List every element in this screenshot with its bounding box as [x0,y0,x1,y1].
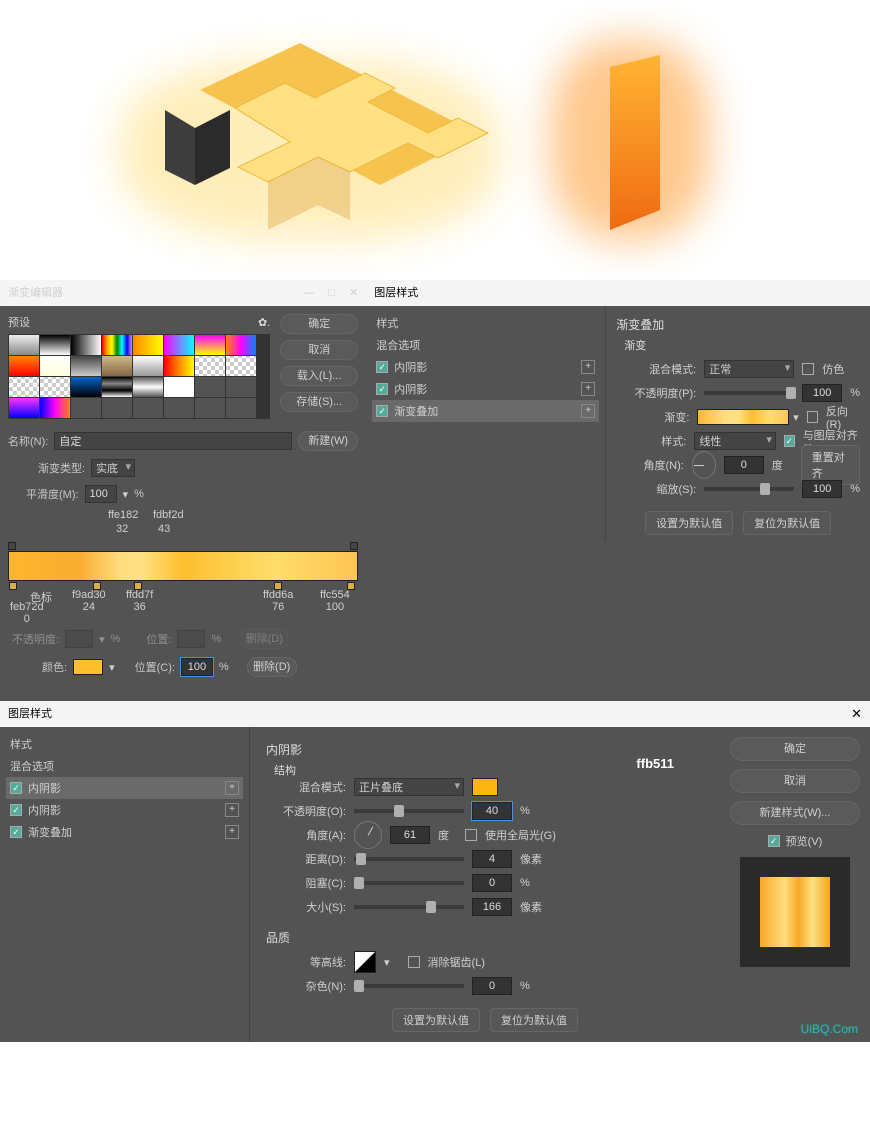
style-dropdown[interactable]: 线性 [694,432,776,450]
spread-slider[interactable] [354,881,464,885]
shape-bar [590,55,690,245]
blend-options[interactable]: 混合选项 [372,334,599,356]
blend-options[interactable]: 混合选项 [6,755,243,777]
name-input[interactable] [54,432,292,450]
preset-grid[interactable] [8,334,270,419]
antialias-checkbox[interactable] [408,956,420,968]
opacity-input[interactable] [472,802,512,820]
fx-gradient-overlay[interactable]: ✓渐变叠加+ [372,400,599,422]
plus-icon[interactable]: + [581,382,595,396]
smooth-caret-icon[interactable]: ▾ [123,488,129,501]
presets-label: 预设 [8,314,30,330]
window-title: 渐变编辑器 [8,280,63,306]
cancel-button[interactable]: 取消 [730,769,860,793]
delete-button[interactable]: 删除(D) [239,629,289,649]
name-label: 名称(N): [8,433,48,449]
size-input[interactable] [472,898,512,916]
distance-input[interactable] [472,850,512,868]
gradient-picker[interactable] [697,409,789,425]
type-dropdown[interactable]: 实底 [91,459,135,477]
fx-inner-shadow-2[interactable]: ✓内阴影+ [6,799,243,821]
styles-header: 样式 [372,312,599,334]
watermark: UiBQ.Com [801,1022,858,1036]
angle-dial[interactable] [354,821,382,849]
gradient-editor-titlebar[interactable]: 渐变编辑器 — □ ✕ [0,280,366,306]
opacity-slider[interactable] [704,391,794,395]
smooth-input[interactable] [85,485,117,503]
color-code-overlay: ffb511 [636,756,674,771]
noise-input[interactable] [472,977,512,995]
shape-plus [140,40,520,260]
plus-icon[interactable]: + [225,781,239,795]
delete-button-2[interactable]: 删除(D) [247,657,297,677]
save-button[interactable]: 存储(S)... [280,392,358,412]
minimize-icon[interactable]: — [303,280,314,306]
blend-mode-dropdown[interactable]: 正片叠底 [354,778,464,796]
new-button[interactable]: 新建(W) [298,431,358,451]
reset-default-button[interactable]: 复位为默认值 [490,1008,578,1032]
preview-thumb [740,857,850,967]
reset-align-button[interactable]: 重置对齐 [801,445,860,485]
fx-inner-shadow-2[interactable]: ✓内阴影+ [372,378,599,400]
opacity-input[interactable] [802,384,842,402]
load-button[interactable]: 载入(L)... [280,366,358,386]
blend-mode-dropdown[interactable]: 正常 [704,360,794,378]
scale-input[interactable] [802,480,842,498]
fx-inner-shadow-1[interactable]: ✓内阴影+ [372,356,599,378]
align-checkbox[interactable]: ✓ [784,435,795,447]
ok-button[interactable]: 确定 [280,314,358,334]
make-default-button[interactable]: 设置为默认值 [392,1008,480,1032]
close-icon[interactable]: ✕ [851,701,862,727]
styles-header: 样式 [6,733,243,755]
preview-checkbox[interactable]: ✓ [768,835,780,847]
opacity-slider[interactable] [354,809,464,813]
make-default-button[interactable]: 设置为默认值 [645,511,733,535]
plus-icon[interactable]: + [581,404,595,418]
angle-input[interactable] [390,826,430,844]
angle-dial[interactable] [692,451,716,479]
color-swatch[interactable] [472,778,498,796]
close-icon[interactable]: ✕ [349,280,358,306]
smooth-label: 平滑度(M): [26,486,79,502]
new-style-button[interactable]: 新建样式(W)... [730,801,860,825]
plus-icon[interactable]: + [581,360,595,374]
ok-button[interactable]: 确定 [730,737,860,761]
gradient-editor-panel: 渐变编辑器 — □ ✕ 预设 ✿. 确定 [0,280,366,701]
distance-slider[interactable] [354,857,464,861]
type-label: 渐变类型: [38,460,85,476]
maximize-icon[interactable]: □ [328,280,335,306]
layer-style-gradient-panel: 图层样式 样式 混合选项 ✓内阴影+ ✓内阴影+ ✓渐变叠加+ 渐变叠加 渐变 … [366,280,870,701]
cancel-button[interactable]: 取消 [280,340,358,360]
location-input[interactable] [181,658,213,676]
scale-slider[interactable] [704,487,794,491]
color-swatch[interactable] [73,659,103,675]
fx-gradient-overlay[interactable]: ✓渐变叠加+ [6,821,243,843]
layer-style-inner-shadow-panel: 图层样式✕ 样式 混合选项 ✓内阴影+ ✓内阴影+ ✓渐变叠加+ 内阴影 结构 … [0,701,870,1042]
plus-icon[interactable]: + [225,825,239,839]
hero-illustration [0,0,870,280]
reset-default-button[interactable]: 复位为默认值 [743,511,831,535]
size-slider[interactable] [354,905,464,909]
dither-checkbox[interactable] [802,363,814,375]
gradient-bar[interactable] [8,551,358,581]
spread-input[interactable] [472,874,512,892]
angle-input[interactable] [724,456,764,474]
plus-icon[interactable]: + [225,803,239,817]
reverse-checkbox[interactable] [807,411,818,423]
noise-slider[interactable] [354,984,464,988]
gear-icon[interactable]: ✿. [258,316,270,329]
contour-picker[interactable] [354,951,376,973]
global-light-checkbox[interactable] [465,829,477,841]
fx-inner-shadow-1[interactable]: ✓内阴影+ [6,777,243,799]
